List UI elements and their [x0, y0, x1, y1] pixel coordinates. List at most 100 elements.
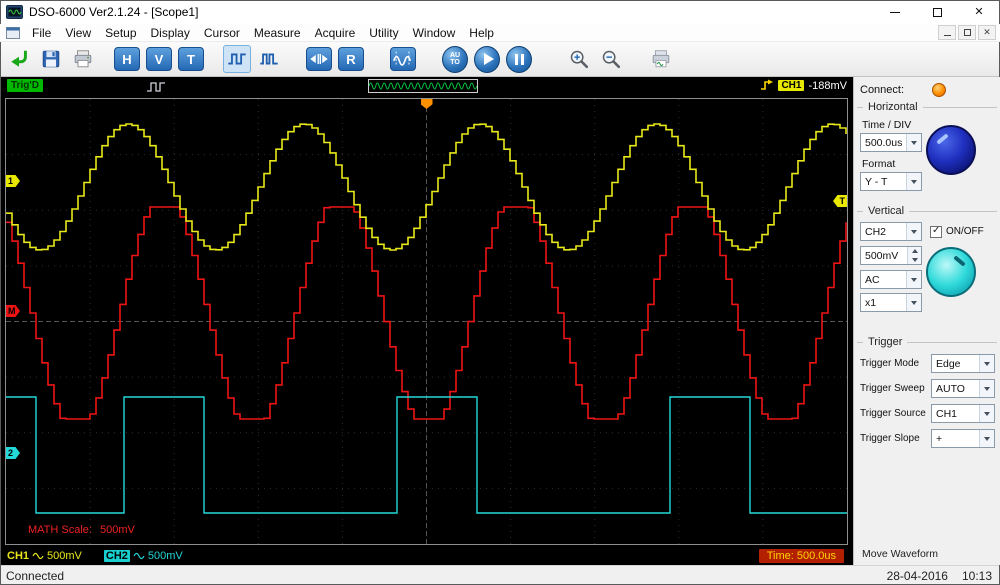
- spinner-buttons[interactable]: [907, 247, 921, 264]
- mdi-close-icon: ✕: [983, 28, 991, 37]
- pause-button[interactable]: [505, 45, 533, 73]
- trigger-slope-label: Trigger Slope: [860, 433, 931, 444]
- chevron-down-icon: [906, 134, 921, 151]
- close-button[interactable]: ✕: [958, 0, 1000, 24]
- waveform-preview: [368, 79, 478, 93]
- spin-down-icon[interactable]: [908, 256, 921, 265]
- ch2-scale-value: 500mV: [148, 550, 183, 562]
- chevron-down-icon: [979, 380, 994, 397]
- channel-onoff-checkbox[interactable]: ON/OFF: [930, 226, 984, 238]
- measure-display-button[interactable]: [389, 45, 417, 73]
- connect-led-button[interactable]: [932, 83, 946, 97]
- menu-view[interactable]: View: [58, 25, 98, 41]
- trigger-setup-button[interactable]: T: [177, 45, 205, 73]
- knob-pointer: [936, 133, 949, 144]
- trigger-slope-select[interactable]: +: [931, 429, 995, 448]
- t-letter-icon: T: [178, 47, 204, 71]
- square-wave-icon: [226, 48, 248, 70]
- menu-window[interactable]: Window: [406, 25, 463, 41]
- ch1-readout: CH1 500mV: [7, 550, 82, 562]
- menu-display[interactable]: Display: [144, 25, 197, 41]
- chevron-down-icon: [906, 223, 921, 240]
- r-letter-icon: R: [338, 47, 364, 71]
- print-button[interactable]: [69, 45, 97, 73]
- connection-status: Connected: [6, 569, 64, 583]
- auto-set-button[interactable]: AU TO: [441, 45, 469, 73]
- mdi-restore-button[interactable]: [958, 25, 976, 40]
- xy-expand-button[interactable]: [305, 45, 333, 73]
- section-vertical: Vertical: [857, 205, 997, 217]
- menu-bar: File View Setup Display Cursor Measure A…: [0, 24, 1000, 42]
- workspace: Trig'D CH1 -188mV: [0, 77, 1000, 565]
- menu-acquire[interactable]: Acquire: [308, 25, 363, 41]
- vertical-knob[interactable]: [926, 247, 976, 297]
- close-icon: ✕: [974, 7, 983, 18]
- knob-pointer: [953, 255, 966, 266]
- trigger-source-label: Trigger Source: [860, 408, 931, 419]
- format-select[interactable]: Y - T: [860, 172, 922, 191]
- minimize-icon: [890, 12, 900, 13]
- section-trigger: Trigger: [857, 336, 997, 348]
- channel-select[interactable]: CH2: [860, 222, 922, 241]
- time-div-label: Time / DIV: [862, 119, 1000, 131]
- maximize-button[interactable]: [916, 0, 958, 24]
- save-button[interactable]: [37, 45, 65, 73]
- printer-icon: [72, 48, 94, 70]
- status-time: 10:13: [962, 569, 992, 583]
- volts-div-spinner[interactable]: 500mV: [860, 246, 922, 265]
- control-panel: Connect: Horizontal Time / DIV 500.0us F…: [853, 77, 1000, 565]
- menu-help[interactable]: Help: [462, 25, 501, 41]
- minimize-button[interactable]: [874, 0, 916, 24]
- menu-file[interactable]: File: [25, 25, 58, 41]
- waveform-mode-button[interactable]: [223, 45, 251, 73]
- vertical-setup-button[interactable]: V: [145, 45, 173, 73]
- ac-coupling-icon: [32, 551, 44, 561]
- coupling-select[interactable]: AC: [860, 270, 922, 289]
- chevron-down-icon: [906, 294, 921, 311]
- horizontal-knob[interactable]: [926, 125, 976, 175]
- mdi-minimize-button[interactable]: [938, 25, 956, 40]
- zoom-in-button[interactable]: [565, 45, 593, 73]
- zoom-out-button[interactable]: [597, 45, 625, 73]
- app-icon: [6, 5, 23, 19]
- probe-select[interactable]: x1: [860, 293, 922, 312]
- trigger-mode-select[interactable]: Edge: [931, 354, 995, 373]
- preview-wave-icon: [369, 80, 477, 92]
- ac-coupling-icon: [133, 551, 145, 561]
- acquire-mode-button[interactable]: [255, 45, 283, 73]
- trigger-channel-badge: CH1: [778, 80, 804, 91]
- status-bar: Connected 28-04-2016 10:13: [0, 565, 1000, 585]
- h-letter-icon: H: [114, 47, 140, 71]
- connect-device-button[interactable]: [5, 45, 33, 73]
- toolbar: H V T: [0, 42, 1000, 77]
- menu-utility[interactable]: Utility: [362, 25, 405, 41]
- mdi-close-button[interactable]: ✕: [978, 25, 996, 40]
- trigger-source-select[interactable]: CH1: [931, 404, 995, 423]
- menu-measure[interactable]: Measure: [247, 25, 308, 41]
- horizontal-arrows-icon: [306, 47, 332, 71]
- timebase-readout: Time: 500.0us: [759, 549, 844, 563]
- print-preview-button[interactable]: [647, 45, 675, 73]
- math-scale-value: 500mV: [100, 524, 135, 536]
- ch1-label: CH1: [7, 550, 29, 562]
- refresh-button[interactable]: R: [337, 45, 365, 73]
- spin-up-icon[interactable]: [908, 247, 921, 256]
- mdi-restore-icon: [964, 29, 971, 36]
- ch2-readout: CH2 500mV: [104, 550, 183, 562]
- v-letter-icon: V: [146, 47, 172, 71]
- scope-display: 1 M 2 T MATH Scale:500mV: [5, 98, 848, 545]
- horizontal-setup-button[interactable]: H: [113, 45, 141, 73]
- run-button[interactable]: [473, 45, 501, 73]
- waveform-cursor-icon: [390, 47, 416, 71]
- menu-setup[interactable]: Setup: [98, 25, 143, 41]
- onoff-label: ON/OFF: [946, 226, 984, 237]
- waveform-plot: [6, 99, 847, 544]
- trigger-mode-label: Trigger Mode: [860, 358, 931, 369]
- pause-icon: [506, 46, 532, 73]
- play-icon: [474, 46, 500, 73]
- scope-area: Trig'D CH1 -188mV: [0, 77, 853, 565]
- menu-cursor[interactable]: Cursor: [197, 25, 247, 41]
- save-floppy-icon: [40, 48, 62, 70]
- time-div-select[interactable]: 500.0us: [860, 133, 922, 152]
- trigger-sweep-select[interactable]: AUTO: [931, 379, 995, 398]
